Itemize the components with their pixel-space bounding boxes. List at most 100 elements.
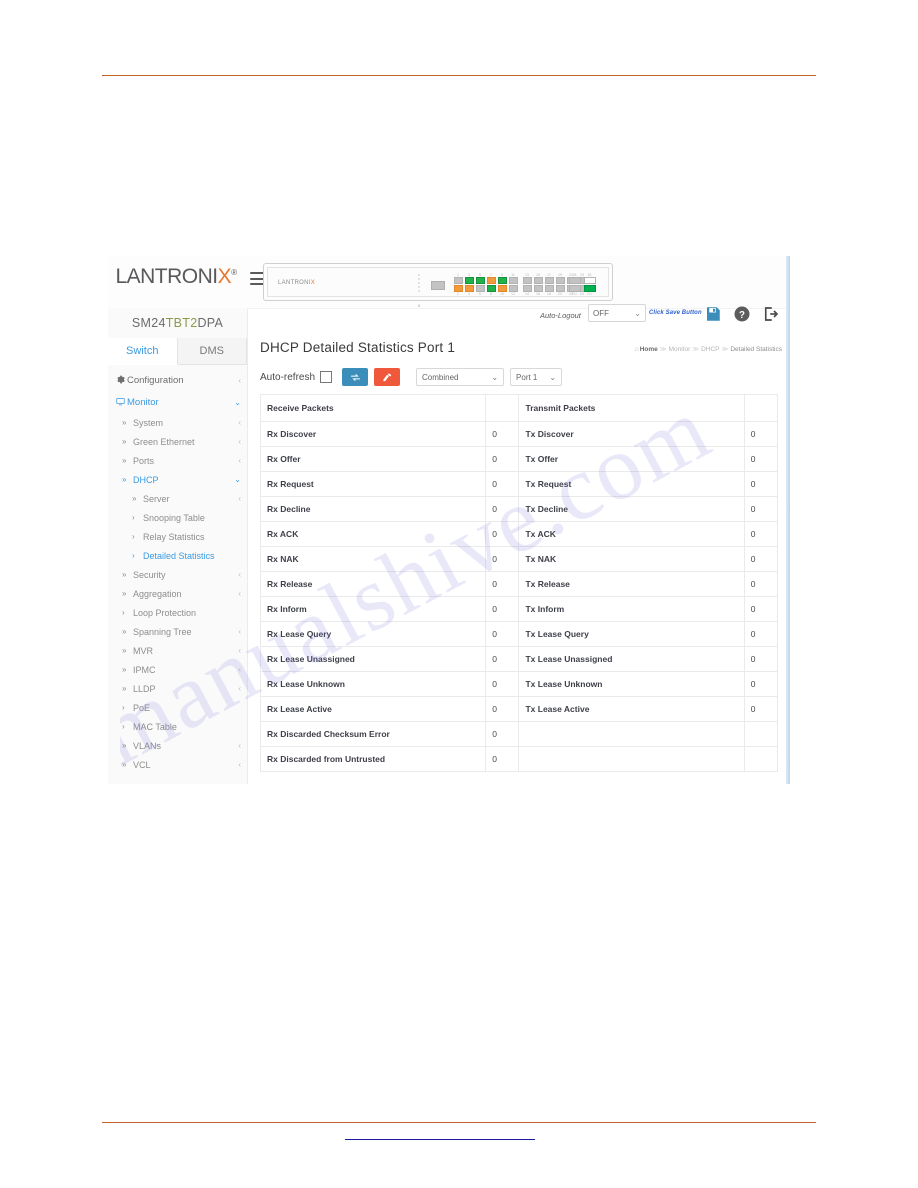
double-chevron-icon: » xyxy=(122,570,127,579)
tx-value-cell xyxy=(743,721,779,747)
sidebar-item-label: Ports xyxy=(133,455,155,466)
clear-button[interactable] xyxy=(374,368,401,386)
sidebar-item-label: Relay Statistics xyxy=(143,531,205,542)
auto-refresh-label: Auto-refresh xyxy=(260,371,316,383)
sidebar-item-label: MVR xyxy=(133,645,153,656)
tx-value-cell: 0 xyxy=(743,696,779,722)
chevron-down-icon: ⌄ xyxy=(634,308,641,318)
header-transmit-value xyxy=(743,394,779,422)
sidebar-item-label: LLDP xyxy=(133,683,156,694)
breadcrumb-dhcp[interactable]: DHCP xyxy=(701,346,719,353)
rx-label-cell: Rx Release xyxy=(259,571,487,597)
mode-select-value: Combined xyxy=(422,372,459,382)
sidebar-item-label: Snooping Table xyxy=(143,512,205,523)
tab-switch[interactable]: Switch xyxy=(108,338,178,365)
auto-logout-value: OFF xyxy=(593,308,609,318)
table-row: Rx Release 0 Tx Release 0 xyxy=(259,571,779,597)
breadcrumb-monitor[interactable]: Monitor xyxy=(669,346,691,353)
tx-value-cell: 0 xyxy=(743,621,779,647)
tx-label-cell: Tx Offer xyxy=(518,446,745,472)
app-right-scroll-edge[interactable] xyxy=(786,256,790,784)
port-select[interactable]: Port 1 ⌄ xyxy=(510,368,563,386)
tx-value-cell: 0 xyxy=(743,446,779,472)
sidebar-item-system[interactable]: » System ‹ xyxy=(108,413,247,432)
sidebar-item-aggregation[interactable]: » Aggregation ‹ xyxy=(108,584,247,603)
sidebar-item-mac-table[interactable]: › MAC Table xyxy=(108,717,247,736)
footer-link-underline[interactable] xyxy=(345,1139,535,1140)
chevron-left-icon: ‹ xyxy=(238,646,241,655)
sidebar-item-mvr[interactable]: » MVR ‹ xyxy=(108,641,247,660)
double-chevron-icon: » xyxy=(122,646,127,655)
sidebar-item-label: Spanning Tree xyxy=(133,626,192,637)
sidebar-item-relay-statistics[interactable]: › Relay Statistics xyxy=(108,527,247,546)
sidebar-item-label: Green Ethernet xyxy=(133,436,195,447)
sidebar-item-green-ethernet[interactable]: » Green Ethernet ‹ xyxy=(108,432,247,451)
sidebar-item-snooping-table[interactable]: › Snooping Table xyxy=(108,508,247,527)
help-icon[interactable]: ? xyxy=(733,305,751,323)
page-title: DHCP Detailed Statistics Port 1 xyxy=(260,340,456,355)
sidebar: SM24TBT2DPA SM24TBT2DPA Switch DMS Confi… xyxy=(108,308,248,784)
device-uplink-ports: 25 RJ 26 RJ xyxy=(568,273,598,296)
rx-label-cell: Rx Lease Unassigned xyxy=(259,646,487,672)
tx-label-cell: Tx Request xyxy=(518,471,745,497)
toolbar: Auto-refresh Combined ⌄ Port 1 ⌄ xyxy=(260,366,568,388)
double-chevron-icon: » xyxy=(122,760,127,769)
sidebar-item-spanning-tree[interactable]: » Spanning Tree ‹ xyxy=(108,622,247,641)
auto-logout-select[interactable]: OFF ⌄ xyxy=(588,304,646,322)
double-chevron-icon: » xyxy=(122,684,127,693)
sidebar-item-monitor[interactable]: Monitor ⌄ xyxy=(108,391,247,413)
gear-icon xyxy=(116,375,127,386)
sidebar-item-server[interactable]: » Server ‹ xyxy=(108,489,247,508)
sidebar-item-vcl[interactable]: » VCL ‹ xyxy=(108,755,247,774)
breadcrumb-home[interactable]: Home xyxy=(640,346,658,353)
rx-label-cell: Rx ACK xyxy=(259,521,487,547)
chevron-left-icon: ‹ xyxy=(238,627,241,636)
chevron-right-icon: › xyxy=(122,703,125,712)
sidebar-item-detailed-statistics[interactable]: › Detailed Statistics xyxy=(108,546,247,565)
sidebar-item-security[interactable]: » Security ‹ xyxy=(108,565,247,584)
breadcrumb-separator: ≫ xyxy=(721,346,729,353)
refresh-button[interactable] xyxy=(342,368,369,386)
header-transmit-packets: Transmit Packets xyxy=(518,394,745,422)
rx-value-cell: 0 xyxy=(485,746,520,772)
sidebar-item-ports[interactable]: » Ports ‹ xyxy=(108,451,247,470)
breadcrumb-current: Detailed Statistics xyxy=(730,346,782,353)
sidebar-item-loop-protection[interactable]: › Loop Protection xyxy=(108,603,247,622)
main-content: DHCP Detailed Statistics Port 1 ⌂Home ≫ Mo… xyxy=(248,332,790,784)
chevron-right-icon: › xyxy=(132,532,135,541)
chevron-right-icon: › xyxy=(122,608,125,617)
tx-label-cell: Tx Lease Active xyxy=(518,696,745,722)
chevron-right-icon: › xyxy=(122,722,125,731)
chevron-left-icon: ‹ xyxy=(238,375,241,385)
double-chevron-icon: » xyxy=(122,627,127,636)
tx-label-cell xyxy=(518,721,745,747)
chevron-down-icon: ⌄ xyxy=(549,372,557,382)
table-header-row: Receive Packets Transmit Packets xyxy=(259,394,779,422)
logout-icon[interactable] xyxy=(762,305,780,323)
save-icon[interactable] xyxy=(704,305,722,323)
double-chevron-icon: » xyxy=(122,741,127,750)
rx-value-cell: 0 xyxy=(485,571,520,597)
sidebar-item-configuration[interactable]: Configuration ‹ xyxy=(108,369,247,391)
sidebar-tabs: Switch DMS xyxy=(108,338,247,365)
chevron-right-icon: › xyxy=(132,551,135,560)
switch-web-ui: LANTRONIX® LANTRONIX LANTRONIX 0 12 34 5… xyxy=(108,256,790,784)
sidebar-item-dhcp[interactable]: » DHCP ⌄ xyxy=(108,470,247,489)
tab-dms[interactable]: DMS xyxy=(177,338,247,364)
auto-refresh-checkbox[interactable] xyxy=(320,371,333,383)
table-row: Rx Request 0 Tx Request 0 xyxy=(259,471,779,497)
double-chevron-icon: » xyxy=(122,437,127,446)
chevron-down-icon: ⌄ xyxy=(491,372,499,382)
sidebar-item-poe[interactable]: › PoE xyxy=(108,698,247,717)
device-led-column: 0 xyxy=(418,274,426,308)
tx-label-cell: Tx ACK xyxy=(518,521,745,547)
table-row: Rx Offer 0 Tx Offer 0 xyxy=(259,446,779,472)
sidebar-item-ipmc[interactable]: » IPMC ‹ xyxy=(108,660,247,679)
sidebar-item-lldp[interactable]: » LLDP ‹ xyxy=(108,679,247,698)
sidebar-item-vlans[interactable]: » VLANs ‹ xyxy=(108,736,247,755)
sidebar-item-label: Detailed Statistics xyxy=(143,550,215,561)
sidebar-nav: Configuration ‹ Monitor ⌄ » System ‹ » G… xyxy=(108,365,247,774)
table-row: Rx ACK 0 Tx ACK 0 xyxy=(259,521,779,547)
home-icon: ⌂ xyxy=(634,346,639,353)
mode-select[interactable]: Combined ⌄ xyxy=(416,368,505,386)
